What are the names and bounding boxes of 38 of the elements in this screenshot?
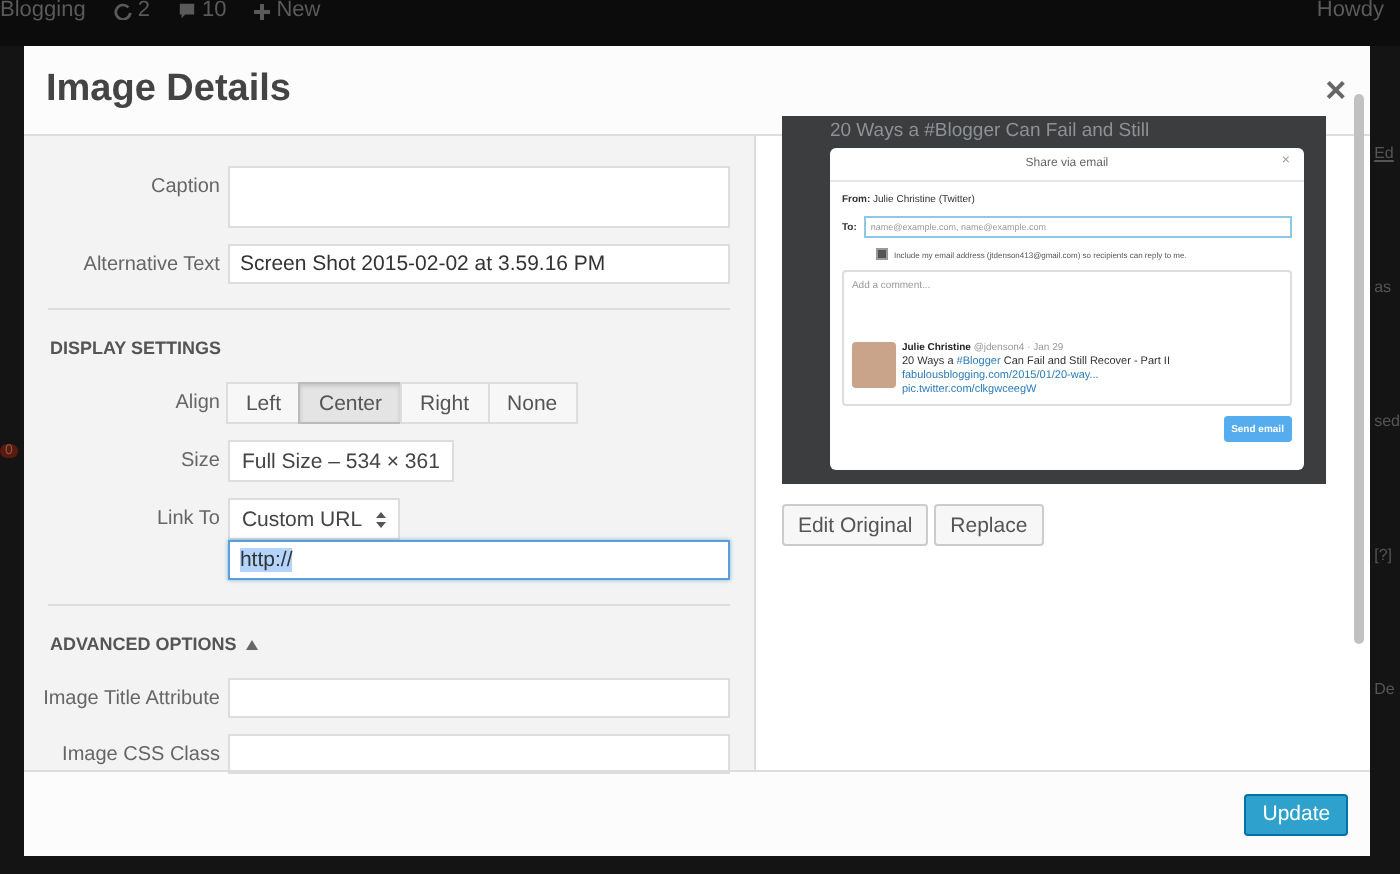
preview-action-button[interactable]: Edit Original — [781, 504, 929, 546]
caption-field[interactable] — [227, 166, 730, 228]
preview-action-button[interactable]: Replace — [934, 504, 1044, 546]
field-label: Image Title Attribute — [41, 687, 220, 709]
background-text: sed — [1374, 412, 1400, 430]
refresh-icon — [113, 2, 132, 20]
scrollbar-thumb[interactable] — [1354, 94, 1365, 644]
plus-icon — [254, 3, 271, 19]
avatar-placeholder — [851, 342, 896, 388]
page-heading: 20 Ways a #Blogger Can Fail and Still — [829, 118, 1152, 146]
background-text: De — [1374, 680, 1397, 698]
caret-icon[interactable] — [246, 639, 259, 649]
url-field[interactable]: http:// — [227, 540, 730, 580]
size-select[interactable]: Full Size – 534 × 361 — [227, 440, 454, 482]
text-field[interactable] — [227, 734, 730, 774]
link-to-select[interactable]: Custom URL — [227, 498, 400, 540]
field-label: Image CSS Class — [60, 743, 220, 765]
speech-bubble-icon — [177, 2, 196, 20]
close-button[interactable]: × — [1325, 69, 1347, 111]
background-text: Ed — [1374, 144, 1396, 162]
align-option[interactable]: Center — [298, 382, 402, 424]
dialog-title: Image Details — [45, 68, 293, 112]
field-label: Caption — [149, 176, 220, 198]
align-option[interactable]: Left — [225, 382, 301, 424]
align-option[interactable]: None — [487, 382, 578, 424]
align-option[interactable]: Right — [400, 382, 490, 424]
field-label: Alternative Text — [81, 253, 220, 275]
background-text: [?] — [1374, 546, 1394, 564]
greeting-text: Howdy — [1316, 0, 1384, 22]
field-label: Size — [179, 450, 220, 472]
text-field[interactable]: Screen Shot 2015-02-02 at 3.59.16 PM — [227, 244, 730, 284]
field-label: Link To — [154, 508, 220, 530]
field-label: Align — [173, 392, 220, 414]
up-down-arrows-icon — [375, 511, 386, 527]
section-heading[interactable]: ADVANCED OPTIONS — [49, 634, 237, 654]
section-heading: DISPLAY SETTINGS — [49, 338, 221, 358]
background-text: as — [1374, 278, 1394, 296]
text-field[interactable] — [227, 678, 730, 718]
